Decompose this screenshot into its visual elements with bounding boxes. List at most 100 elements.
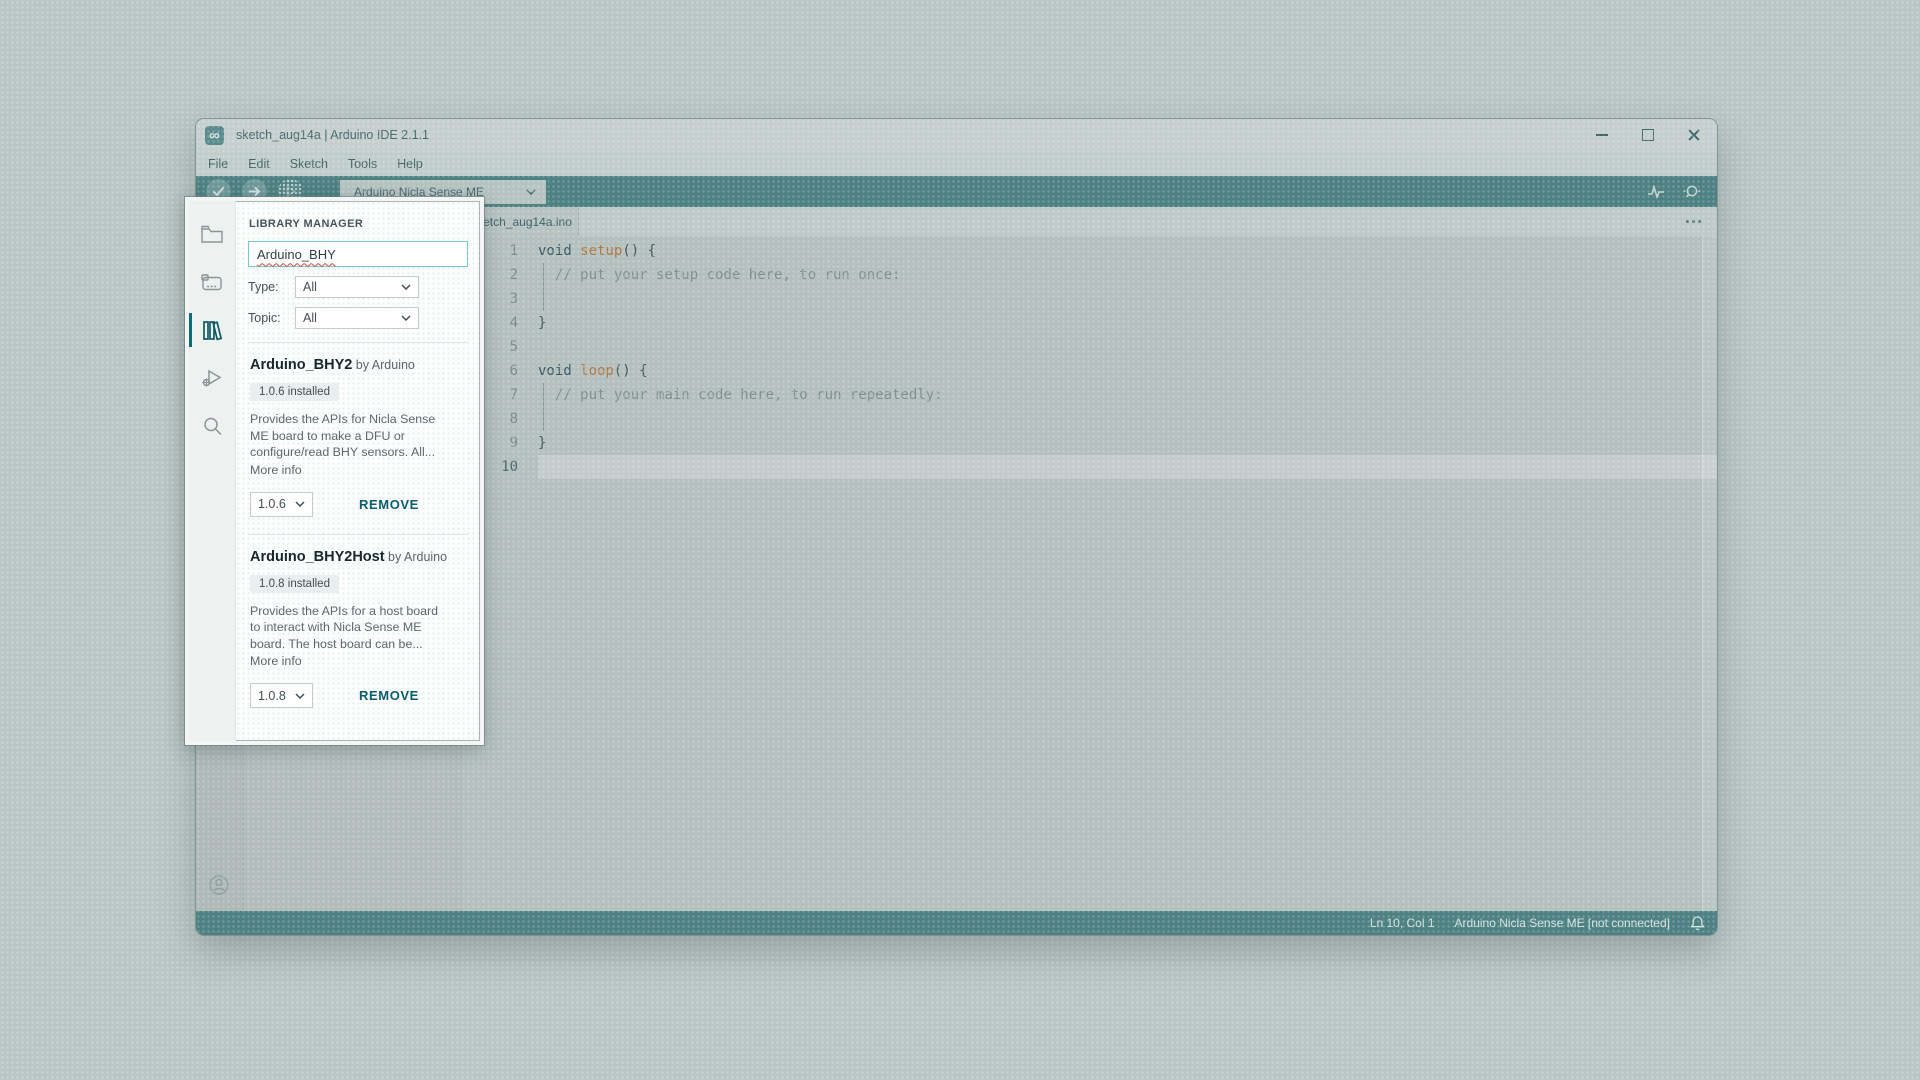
line-content: // put your setup code here, to run once… bbox=[538, 263, 1717, 287]
serial-plotter-icon bbox=[1647, 185, 1665, 199]
chevron-down-icon bbox=[295, 501, 305, 507]
version-select[interactable]: 1.0.6 bbox=[250, 492, 313, 517]
sidebar-item-debugger[interactable] bbox=[189, 354, 235, 402]
serial-monitor-icon bbox=[1683, 184, 1701, 200]
library-manager-highlight-box: LIBRARY MANAGER Arduino_BHY Type: All To… bbox=[185, 197, 484, 745]
line-content bbox=[538, 335, 1717, 359]
window-title: sketch_aug14a | Arduino IDE 2.1.1 bbox=[236, 128, 429, 142]
library-author: by Arduino bbox=[352, 358, 415, 372]
title-bar[interactable]: ∞ sketch_aug14a | Arduino IDE 2.1.1 bbox=[196, 119, 1717, 151]
library-books-icon bbox=[201, 320, 223, 341]
code-line[interactable]: 6void loop() { bbox=[463, 359, 1717, 383]
sidebar-item-search[interactable] bbox=[189, 402, 235, 450]
menu-help[interactable]: Help bbox=[387, 157, 433, 171]
installed-version-badge: 1.0.8 installed bbox=[250, 575, 339, 593]
sidebar-item-boards-manager[interactable] bbox=[189, 258, 235, 306]
indent-guide bbox=[543, 407, 544, 431]
version-select[interactable]: 1.0.8 bbox=[250, 683, 313, 708]
minimize-button[interactable] bbox=[1579, 119, 1625, 151]
more-info-link[interactable]: More info bbox=[250, 653, 302, 670]
editor-tab-strip: sketch_aug14a.ino bbox=[463, 207, 1717, 237]
close-icon bbox=[1688, 129, 1700, 141]
topic-filter-select[interactable]: All bbox=[295, 307, 419, 329]
code-line[interactable]: 2 // put your setup code here, to run on… bbox=[463, 263, 1717, 287]
library-entry: Arduino_BHY2 by Arduino 1.0.6 installed … bbox=[248, 343, 468, 534]
library-name: Arduino_BHY2 by Arduino bbox=[250, 356, 450, 375]
maximize-button[interactable] bbox=[1625, 119, 1671, 151]
chevron-down-icon bbox=[295, 693, 305, 699]
desktop: ∞ sketch_aug14a | Arduino IDE 2.1.1 File… bbox=[0, 0, 1920, 1080]
library-search-value: Arduino_BHY bbox=[257, 247, 336, 262]
sidebar-item-library-manager[interactable] bbox=[189, 306, 235, 354]
installed-version-badge: 1.0.6 installed bbox=[250, 383, 339, 401]
library-controls: 1.0.6 REMOVE bbox=[250, 492, 466, 517]
menu-sketch[interactable]: Sketch bbox=[280, 157, 338, 171]
cursor-position[interactable]: Ln 10, Col 1 bbox=[1370, 916, 1435, 930]
library-author: by Arduino bbox=[385, 550, 448, 564]
window-controls bbox=[1579, 119, 1717, 151]
line-content: void setup() { bbox=[538, 239, 1717, 263]
line-content: } bbox=[538, 311, 1717, 335]
right-arrow-icon bbox=[248, 186, 261, 197]
remove-button[interactable]: REMOVE bbox=[359, 497, 419, 512]
library-name: Arduino_BHY2Host by Arduino bbox=[250, 548, 450, 567]
library-entry: Arduino_BHY2Host by Arduino 1.0.8 instal… bbox=[248, 534, 468, 726]
menu-edit[interactable]: Edit bbox=[238, 157, 280, 171]
check-icon bbox=[212, 186, 225, 197]
code-line[interactable]: 1void setup() { bbox=[463, 239, 1717, 263]
line-content: // put your main code here, to run repea… bbox=[538, 383, 1717, 407]
line-content: void loop() { bbox=[538, 359, 1717, 383]
menu-tools[interactable]: Tools bbox=[338, 157, 387, 171]
code-line[interactable]: 7 // put your main code here, to run rep… bbox=[463, 383, 1717, 407]
code-lines: 1void setup() {2 // put your setup code … bbox=[463, 239, 1717, 479]
code-line[interactable]: 3 bbox=[463, 287, 1717, 311]
code-line[interactable]: 10 bbox=[463, 455, 1717, 479]
serial-monitor-button[interactable] bbox=[1683, 176, 1701, 207]
debug-icon bbox=[285, 186, 296, 197]
type-filter-row: Type: All bbox=[248, 276, 468, 298]
serial-plotter-button[interactable] bbox=[1647, 176, 1665, 207]
indent-guide bbox=[543, 383, 544, 407]
code-line[interactable]: 4} bbox=[463, 311, 1717, 335]
sidebar-item-sketchbook[interactable] bbox=[189, 210, 235, 258]
chevron-down-icon bbox=[526, 189, 536, 195]
remove-button[interactable]: REMOVE bbox=[359, 688, 419, 703]
panel-title: LIBRARY MANAGER bbox=[249, 218, 468, 230]
library-search-input[interactable]: Arduino_BHY bbox=[248, 241, 468, 267]
board-connection-status[interactable]: Arduino Nicla Sense ME [not connected] bbox=[1455, 916, 1670, 930]
notifications-bell-icon[interactable] bbox=[1690, 915, 1705, 931]
library-name-text: Arduino_BHY2 bbox=[250, 357, 352, 373]
line-content bbox=[538, 287, 1717, 311]
menu-bar: File Edit Sketch Tools Help bbox=[196, 151, 1717, 176]
menu-file[interactable]: File bbox=[198, 157, 238, 171]
chevron-down-icon bbox=[401, 284, 411, 290]
type-filter-label: Type: bbox=[248, 280, 295, 294]
type-filter-select[interactable]: All bbox=[295, 276, 419, 298]
minimize-icon bbox=[1596, 134, 1608, 136]
close-button[interactable] bbox=[1671, 119, 1717, 151]
code-line[interactable]: 9} bbox=[463, 431, 1717, 455]
library-list: Arduino_BHY2 by Arduino 1.0.6 installed … bbox=[248, 342, 468, 725]
more-info-link[interactable]: More info bbox=[250, 462, 302, 479]
search-icon bbox=[202, 416, 223, 437]
topic-filter-label: Topic: bbox=[248, 311, 295, 325]
code-line[interactable]: 5 bbox=[463, 335, 1717, 359]
activity-bar bbox=[189, 201, 236, 741]
account-button[interactable] bbox=[208, 874, 230, 901]
indent-guide bbox=[543, 263, 544, 287]
line-content: } bbox=[538, 431, 1717, 455]
code-editor[interactable]: 1void setup() {2 // put your setup code … bbox=[463, 236, 1717, 911]
line-content bbox=[538, 407, 1717, 431]
account-icon bbox=[208, 874, 230, 896]
editor-more-actions-button[interactable] bbox=[1686, 220, 1701, 223]
library-description: Provides the APIs for a host board to in… bbox=[250, 603, 442, 653]
library-controls: 1.0.8 REMOVE bbox=[250, 683, 466, 708]
code-line[interactable]: 8 bbox=[463, 407, 1717, 431]
folder-icon bbox=[201, 225, 223, 243]
arduino-app-icon: ∞ bbox=[205, 126, 224, 145]
library-name-text: Arduino_BHY2Host bbox=[250, 549, 385, 565]
topic-filter-row: Topic: All bbox=[248, 307, 468, 329]
library-manager-panel: LIBRARY MANAGER Arduino_BHY Type: All To… bbox=[236, 201, 480, 741]
line-content bbox=[538, 455, 1717, 479]
editor-scrollbar[interactable] bbox=[1702, 236, 1717, 911]
